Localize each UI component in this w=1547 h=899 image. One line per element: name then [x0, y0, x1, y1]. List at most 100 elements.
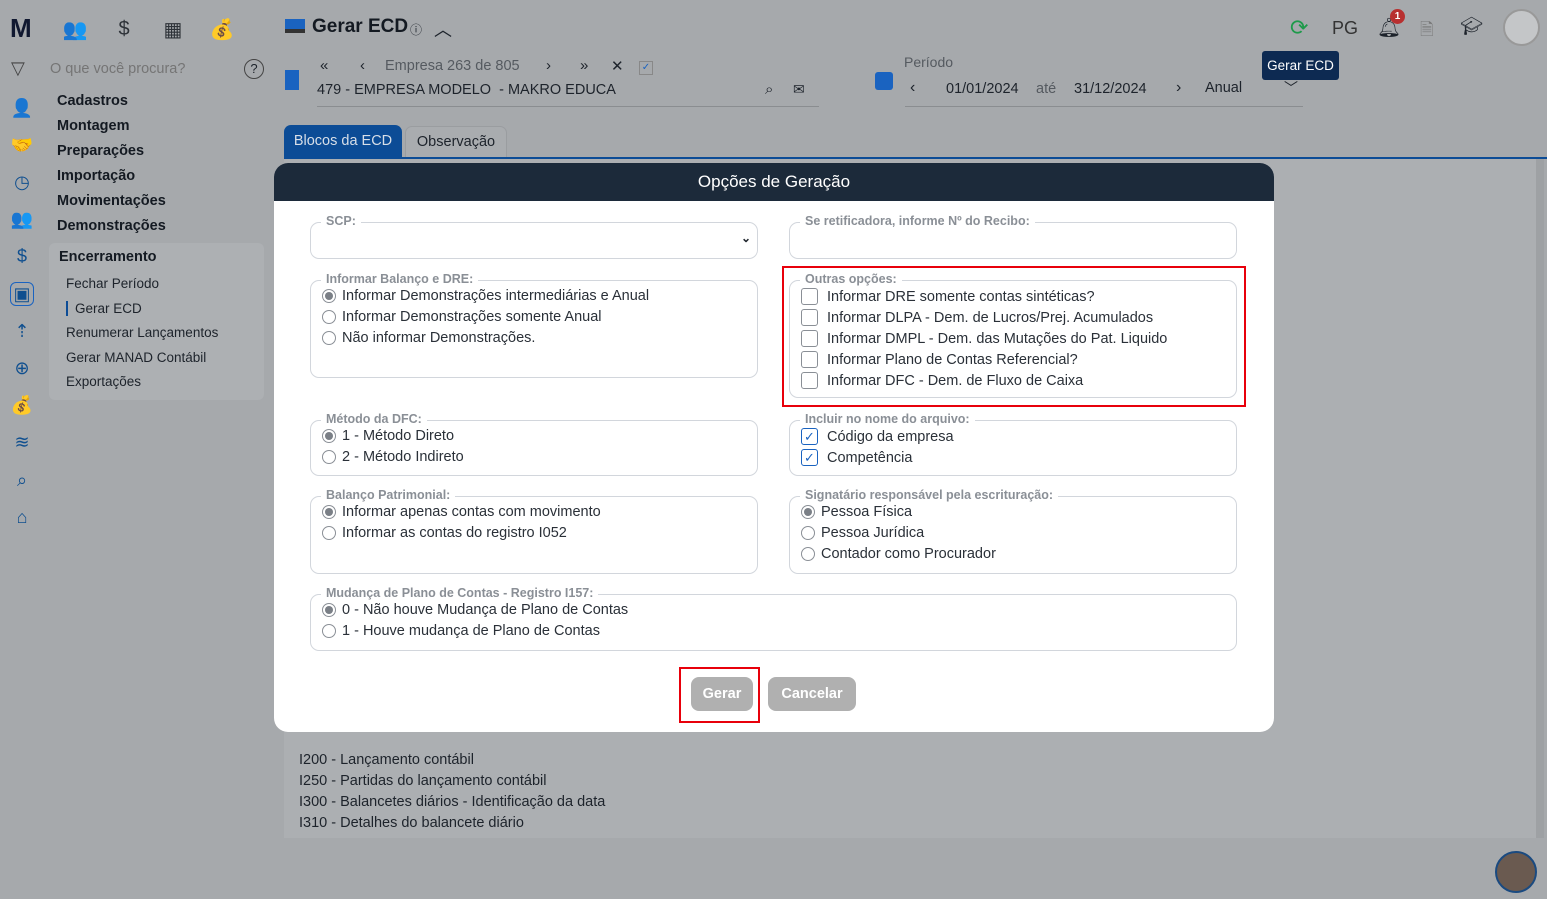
user-initials[interactable]: PG — [1332, 18, 1358, 39]
help-icon[interactable]: ? — [244, 59, 264, 79]
submenu-item[interactable]: Exportações — [66, 374, 141, 389]
radio-button[interactable] — [322, 310, 336, 324]
radio-option[interactable]: Informar apenas contas com movimento — [322, 504, 601, 520]
document-search-icon[interactable]: 🗎 — [1420, 17, 1434, 46]
period-start[interactable]: 01/01/2024 — [946, 81, 1019, 97]
dollar-icon[interactable]: $ — [111, 16, 137, 42]
scp-field[interactable]: SCP: ⌄ — [310, 214, 758, 259]
filter-icon[interactable]: ▽ — [11, 58, 25, 79]
submenu-item[interactable]: Renumerar Lançamentos — [66, 325, 218, 340]
option-group: Mudança de Plano de Contas - Registro I1… — [310, 586, 1237, 651]
radio-option[interactable]: Pessoa Física — [801, 504, 912, 520]
monitor-icon — [285, 19, 305, 33]
collapse-icon[interactable]: ︿ — [434, 16, 452, 42]
money-bag-icon[interactable]: 💰 — [209, 16, 235, 42]
radio-option[interactable]: 2 - Método Indireto — [322, 449, 464, 465]
checkbox[interactable]: ✓ — [801, 428, 818, 445]
radio-option[interactable]: 1 - Houve mudança de Plano de Contas — [322, 623, 600, 639]
recibo-label: Se retificadora, informe Nº do Recibo: — [800, 214, 1035, 228]
radio-button[interactable] — [322, 331, 336, 345]
radio-button[interactable] — [322, 526, 336, 540]
radio-button[interactable] — [322, 429, 336, 443]
app-logo[interactable]: M — [10, 13, 32, 44]
radio-option[interactable]: 0 - Não houve Mudança de Plano de Contas — [322, 602, 628, 618]
radio-button[interactable] — [801, 547, 815, 561]
refresh-icon[interactable]: ⟳ — [1290, 15, 1308, 41]
graduation-cap-icon[interactable]: 🎓︎ — [1460, 16, 1483, 37]
globe-icon[interactable]: ⊕ — [10, 356, 34, 380]
home-icon[interactable]: ⌂ — [10, 505, 34, 529]
radio-button[interactable] — [322, 450, 336, 464]
assistant-avatar[interactable] — [1495, 851, 1537, 893]
checkbox-option[interactable]: ✓ Código da empresa — [801, 428, 954, 445]
tab-observacao[interactable]: Observação — [405, 126, 507, 158]
scrollbar[interactable] — [1536, 159, 1544, 838]
radio-button[interactable] — [322, 289, 336, 303]
radio-button[interactable] — [801, 526, 815, 540]
calculator-icon[interactable]: ▦ — [160, 16, 186, 42]
period-type-select[interactable]: Anual — [1205, 80, 1242, 96]
option-label: 1 - Método Direto — [342, 428, 455, 444]
radio-button[interactable] — [322, 624, 336, 638]
dashboard-icon[interactable]: ▣ — [10, 282, 34, 306]
search-icon[interactable]: ⌕ — [765, 81, 773, 98]
user-gear-icon[interactable]: 👤 — [10, 96, 34, 120]
chevron-down-icon[interactable]: ⌄ — [741, 231, 751, 245]
first-company-button[interactable]: « — [320, 57, 328, 74]
mail-icon[interactable]: ✉ — [793, 81, 805, 98]
option-group: Balanço Patrimonial: Informar apenas cont… — [310, 488, 758, 574]
sidebar-item-4[interactable]: Movimentações — [57, 193, 166, 209]
next-period-button[interactable]: › — [1176, 79, 1181, 97]
sidebar-item-0[interactable]: Cadastros — [57, 93, 128, 109]
prev-period-button[interactable]: ‹ — [910, 79, 915, 97]
company-name[interactable]: 479 - EMPRESA MODELO - MAKRO EDUCA — [317, 82, 616, 98]
users-icon[interactable]: 👥 — [10, 208, 34, 232]
sidebar-item-2[interactable]: Preparações — [57, 143, 144, 159]
radio-option[interactable]: Contador como Procurador — [801, 546, 996, 562]
money-bag-icon[interactable]: 💰 — [10, 394, 34, 418]
sidebar-item-5[interactable]: Demonstrações — [57, 218, 166, 234]
checkbox[interactable]: ✓ — [801, 449, 818, 466]
chart-icon[interactable]: ⇡ — [10, 319, 34, 343]
info-icon[interactable]: ⓘ — [410, 21, 422, 38]
radio-option[interactable]: 1 - Método Direto — [322, 428, 454, 444]
submenu-item[interactable]: Gerar ECD — [66, 300, 142, 316]
clock-icon[interactable]: ◷ — [10, 170, 34, 194]
recibo-field[interactable]: Se retificadora, informe Nº do Recibo: — [789, 214, 1237, 259]
building-icon — [285, 70, 299, 90]
close-icon[interactable]: ✕ — [611, 57, 624, 75]
option-group: Método da DFC: 1 - Método Direto 2 - Métod… — [310, 412, 758, 476]
cancel-button[interactable]: Cancelar — [768, 677, 856, 711]
last-company-button[interactable]: » — [580, 57, 588, 74]
radio-button[interactable] — [322, 505, 336, 519]
radio-option[interactable]: Informar Demonstrações intermediárias e … — [322, 288, 649, 304]
sidebar-item-1[interactable]: Montagem — [57, 118, 130, 134]
avatar[interactable] — [1503, 9, 1540, 46]
submenu-item[interactable]: Gerar MANAD Contábil — [66, 350, 206, 365]
submenu-item[interactable]: Fechar Período — [66, 276, 159, 291]
checkbox-option[interactable]: ✓ Competência — [801, 449, 912, 466]
sidebar-item-3[interactable]: Importação — [57, 168, 135, 184]
dollar-circle-icon[interactable]: $ — [10, 245, 34, 269]
handshake-icon[interactable]: 🤝 — [10, 133, 34, 157]
radio-option[interactable]: Informar as contas do registro I052 — [322, 525, 567, 541]
next-company-button[interactable]: › — [546, 57, 551, 74]
chevron-down-icon[interactable]: ﹀ — [1284, 78, 1298, 98]
group-label: Signatário responsável pela escrituração… — [800, 488, 1059, 502]
people-icon[interactable]: 👥 — [62, 16, 88, 42]
radio-option[interactable]: Não informar Demonstrações. — [322, 330, 535, 346]
sidebar-section-encerramento[interactable]: Encerramento — [59, 249, 157, 265]
option-label: 2 - Método Indireto — [342, 449, 464, 465]
search-icon[interactable]: ⌕ — [10, 468, 34, 492]
layers-icon[interactable]: ≋ — [10, 431, 34, 455]
select-checkbox[interactable]: ✓ — [639, 61, 653, 75]
radio-button[interactable] — [801, 505, 815, 519]
radio-option[interactable]: Pessoa Jurídica — [801, 525, 924, 541]
radio-option[interactable]: Informar Demonstrações somente Anual — [322, 309, 602, 325]
period-end[interactable]: 31/12/2024 — [1074, 81, 1147, 97]
search-input[interactable] — [50, 58, 230, 80]
prev-company-button[interactable]: ‹ — [360, 57, 365, 74]
option-label: Informar apenas contas com movimento — [342, 504, 601, 520]
radio-button[interactable] — [322, 603, 336, 617]
tab-blocos-ecd[interactable]: Blocos da ECD — [284, 125, 402, 158]
